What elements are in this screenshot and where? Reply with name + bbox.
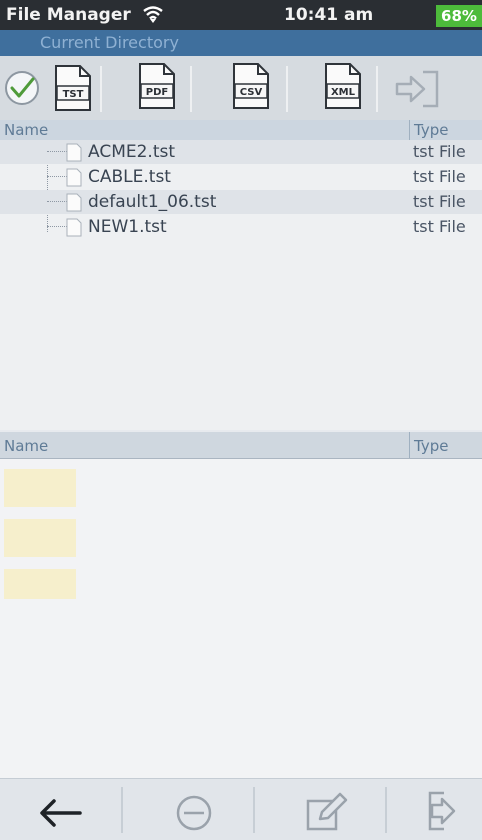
edit-icon bbox=[306, 792, 348, 831]
document-icon bbox=[66, 218, 82, 237]
file-name: NEW1.tst bbox=[88, 217, 167, 237]
bottom-separator bbox=[253, 787, 255, 833]
tree-branch bbox=[47, 226, 67, 227]
toolbar-exit-icon[interactable] bbox=[393, 68, 443, 110]
type-column-header[interactable]: Type bbox=[414, 121, 448, 139]
file-name: default1_06.tst bbox=[88, 192, 217, 212]
clock: 10:41 am bbox=[284, 5, 374, 25]
current-directory-bar: Current Directory bbox=[0, 30, 482, 56]
toolbar: TST PDF CSV XML bbox=[0, 56, 482, 123]
file-list: ACME2.tst tst File CABLE.tst tst File de… bbox=[0, 140, 482, 430]
csv-label: CSV bbox=[239, 87, 263, 98]
tst-label: TST bbox=[62, 89, 84, 100]
bottom-bar bbox=[0, 778, 482, 840]
file-type: tst File bbox=[413, 142, 466, 161]
toolbar-separator bbox=[190, 66, 192, 112]
lower-file-list[interactable] bbox=[0, 459, 482, 778]
file-type: tst File bbox=[413, 192, 466, 211]
file-type: tst File bbox=[413, 217, 466, 236]
file-row[interactable]: ACME2.tst tst File bbox=[0, 140, 482, 164]
name-column-header[interactable]: Name bbox=[4, 437, 48, 455]
remove-icon bbox=[176, 795, 212, 831]
csv-file-icon bbox=[232, 62, 270, 110]
file-type: tst File bbox=[413, 167, 466, 186]
file-row[interactable]: CABLE.tst tst File bbox=[0, 165, 482, 189]
type-column-header[interactable]: Type bbox=[414, 437, 448, 455]
check-icon[interactable] bbox=[4, 70, 40, 106]
name-column-header[interactable]: Name bbox=[4, 121, 48, 139]
xml-file-icon bbox=[324, 62, 362, 110]
app-title: File Manager bbox=[6, 5, 131, 25]
faded-list-item bbox=[4, 519, 76, 557]
exit-icon bbox=[428, 791, 456, 831]
battery-indicator: 68% bbox=[436, 5, 482, 27]
pdf-file-icon bbox=[138, 62, 176, 110]
bottom-separator bbox=[121, 787, 123, 833]
faded-list-item bbox=[4, 469, 76, 507]
faded-list-item bbox=[4, 569, 76, 599]
back-button[interactable] bbox=[0, 779, 120, 840]
back-arrow-icon bbox=[40, 799, 82, 827]
current-directory-label: Current Directory bbox=[40, 33, 179, 52]
wifi-icon bbox=[143, 6, 163, 24]
file-name: ACME2.tst bbox=[88, 142, 176, 162]
tree-branch bbox=[47, 176, 67, 177]
file-name: CABLE.tst bbox=[88, 167, 171, 187]
status-bar: File Manager 10:41 am 68% bbox=[0, 0, 482, 30]
toolbar-separator bbox=[376, 66, 378, 112]
tree-branch bbox=[47, 201, 67, 202]
csv-export-button[interactable]: CSV bbox=[224, 62, 278, 114]
tst-export-button[interactable]: TST bbox=[46, 64, 92, 116]
lower-table-header: Name Type bbox=[0, 432, 482, 459]
document-icon bbox=[66, 143, 82, 162]
xml-export-button[interactable]: XML bbox=[316, 62, 370, 114]
column-separator bbox=[409, 120, 410, 140]
exit-button[interactable] bbox=[372, 779, 482, 840]
file-table-header: Name Type bbox=[0, 120, 482, 141]
pdf-export-button[interactable]: PDF bbox=[130, 62, 184, 114]
pdf-label: PDF bbox=[145, 87, 169, 98]
file-row[interactable]: NEW1.tst tst File bbox=[0, 215, 482, 239]
tst-file-icon bbox=[54, 64, 92, 112]
toolbar-separator bbox=[286, 66, 288, 112]
document-icon bbox=[66, 168, 82, 187]
file-row[interactable]: default1_06.tst tst File bbox=[0, 190, 482, 214]
xml-label: XML bbox=[330, 87, 356, 98]
tree-branch bbox=[47, 151, 67, 152]
toolbar-separator bbox=[100, 66, 102, 112]
column-separator bbox=[409, 432, 410, 458]
edit-button[interactable] bbox=[266, 779, 386, 840]
document-icon bbox=[66, 193, 82, 212]
remove-button[interactable] bbox=[134, 779, 254, 840]
